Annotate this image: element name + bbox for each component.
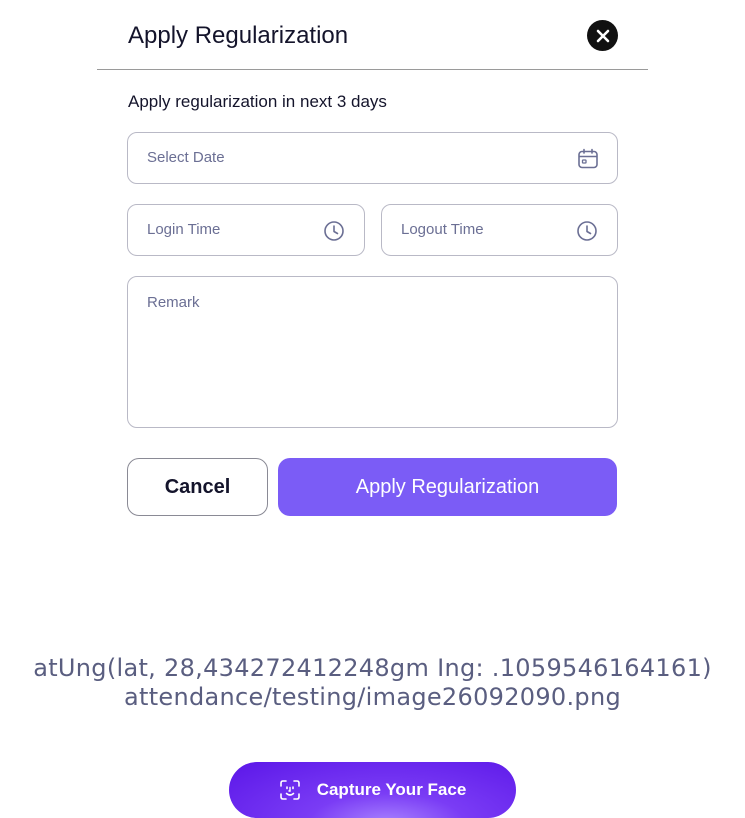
header-divider [97,69,648,70]
remark-placeholder: Remark [147,294,200,311]
face-scan-icon [279,779,301,801]
location-coordinates: atUng(lat, 28,434272412248gm Ing: .10595… [33,654,712,682]
select-date-placeholder: Select Date [147,149,225,166]
logout-time-placeholder: Logout Time [401,221,484,238]
clock-icon[interactable] [323,220,345,247]
login-time-field[interactable]: Login Time [127,204,365,256]
login-time-placeholder: Login Time [147,221,221,238]
capture-face-label: Capture Your Face [316,780,467,799]
apply-regularization-button[interactable]: Apply Regularization [278,458,617,516]
close-button[interactable] [587,20,618,51]
cancel-button[interactable]: Cancel [127,458,268,516]
calendar-icon[interactable] [577,148,599,175]
clock-icon[interactable] [576,220,598,247]
remark-textarea[interactable]: Remark [127,276,618,428]
regularization-page: Apply Regularization Apply regularizatio… [0,0,745,818]
modal-subtitle: Apply regularization in next 3 days [128,92,387,111]
logout-time-field[interactable]: Logout Time [381,204,618,256]
select-date-field[interactable]: Select Date [127,132,618,184]
capture-face-button[interactable]: Capture Your Face [229,762,516,818]
image-path: attendance/testing/image26092090.png [123,683,621,711]
modal-title: Apply Regularization [128,22,349,49]
close-icon [596,29,609,42]
